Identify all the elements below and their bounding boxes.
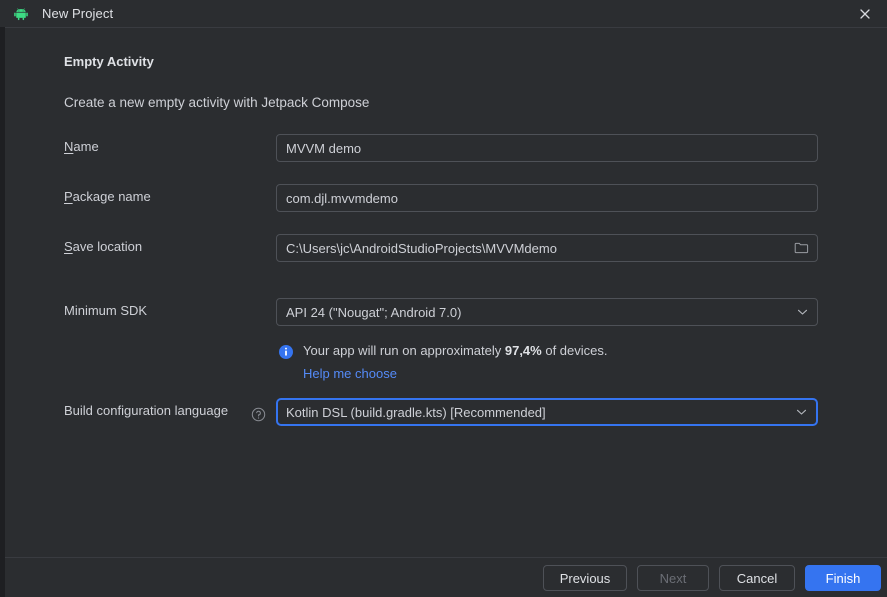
finish-button[interactable]: Finish — [805, 565, 881, 591]
window-title: New Project — [42, 6, 114, 21]
form-row-minimum-sdk: Minimum SDK API 24 ("Nougat"; Android 7.… — [5, 298, 887, 326]
device-coverage-note: Your app will run on approximately 97,4%… — [278, 343, 838, 381]
save-location-input[interactable]: C:\Users\jc\AndroidStudioProjects\MVVMde… — [276, 234, 818, 262]
next-button: Next — [637, 565, 709, 591]
package-name-input[interactable]: com.djl.mvvmdemo — [276, 184, 818, 212]
label-minimum-sdk: Minimum SDK — [64, 303, 148, 318]
coverage-text-before: Your app will run on approximately — [303, 343, 505, 358]
help-circle-icon[interactable] — [251, 407, 266, 422]
info-circle-icon — [278, 344, 294, 360]
device-coverage-text: Your app will run on approximately 97,4%… — [303, 343, 608, 359]
build-language-value: Kotlin DSL (build.gradle.kts) [Recommend… — [286, 404, 546, 420]
help-me-choose-link[interactable]: Help me choose — [303, 366, 838, 381]
chevron-down-icon — [797, 308, 808, 316]
label-save-location: Save location — [64, 239, 143, 254]
previous-button[interactable]: Previous — [543, 565, 627, 591]
form-row-build-language: Build configuration language Kotlin DSL … — [5, 398, 887, 426]
title-bar: New Project — [0, 0, 887, 27]
dialog-footer: Previous Next Cancel Finish — [5, 558, 887, 597]
project-name-input[interactable]: MVVM demo — [276, 134, 818, 162]
save-location-value: C:\Users\jc\AndroidStudioProjects\MVVMde… — [286, 240, 557, 256]
folder-icon[interactable] — [794, 241, 809, 255]
coverage-text-after: of devices. — [541, 343, 608, 358]
minimum-sdk-dropdown[interactable]: API 24 ("Nougat"; Android 7.0) — [276, 298, 818, 326]
coverage-percent: 97,4% — [504, 343, 542, 358]
form-row-package-name: Package name com.djl.mvvmdemo — [5, 184, 887, 212]
dialog-content: Empty Activity Create a new empty activi… — [5, 28, 887, 557]
label-project-name: Name — [64, 139, 99, 154]
build-language-dropdown[interactable]: Kotlin DSL (build.gradle.kts) [Recommend… — [276, 398, 818, 426]
close-icon[interactable] — [842, 0, 887, 27]
minimum-sdk-value: API 24 ("Nougat"; Android 7.0) — [286, 304, 462, 320]
cancel-button[interactable]: Cancel — [719, 565, 795, 591]
form-row-save-location: Save location C:\Users\jc\AndroidStudioP… — [5, 234, 887, 262]
android-robot-icon — [13, 6, 29, 22]
chevron-down-icon — [796, 408, 807, 416]
label-package-name: Package name — [64, 189, 151, 204]
project-name-value: MVVM demo — [286, 140, 362, 156]
dialog-subheading: Create a new empty activity with Jetpack… — [64, 95, 370, 110]
label-build-language: Build configuration language — [64, 403, 229, 418]
package-name-value: com.djl.mvvmdemo — [286, 190, 398, 206]
form-row-name: Name MVVM demo — [5, 134, 887, 162]
dialog-heading: Empty Activity — [64, 54, 154, 69]
